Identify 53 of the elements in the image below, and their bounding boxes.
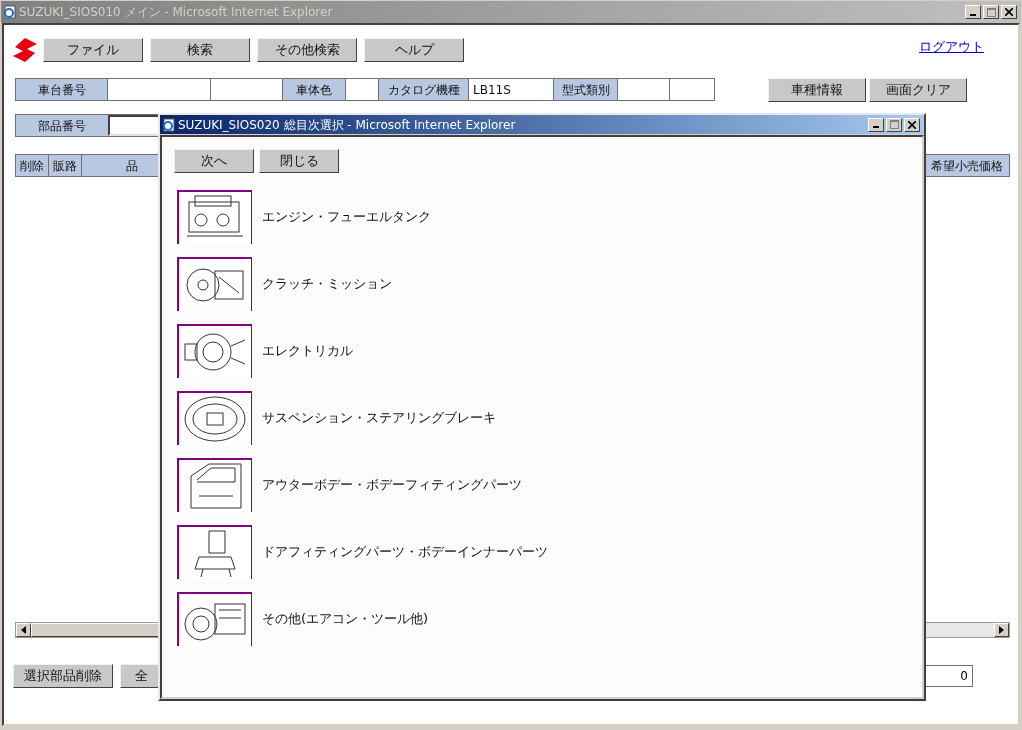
dialog-button[interactable]: 次へ	[174, 149, 254, 173]
column-header: 削除	[16, 155, 49, 176]
category-link[interactable]: エレクトリカル	[262, 341, 353, 361]
category-link[interactable]: エンジン・フューエルタンク	[262, 207, 431, 227]
scroll-right-button[interactable]	[994, 623, 1009, 637]
arrow-left-icon	[21, 626, 26, 634]
menu-button[interactable]: その他検索	[257, 38, 357, 62]
action-button[interactable]: 選択部品削除	[13, 664, 113, 688]
category-thumbnail[interactable]	[177, 525, 252, 579]
page-icon	[162, 117, 176, 132]
category-link[interactable]: ドアフィティングパーツ・ボデーインナーパーツ	[262, 542, 548, 562]
field-label: 車台番号	[16, 79, 108, 100]
category-thumbnail[interactable]	[177, 391, 252, 445]
column-header: 販路	[49, 155, 82, 176]
action-button[interactable]: 画面クリア	[869, 77, 967, 102]
category-link[interactable]: アウターボデー・ボデーフィティングパーツ	[262, 475, 522, 495]
dialog-button[interactable]: 閉じる	[259, 149, 339, 173]
maximize-icon	[889, 120, 899, 129]
arrow-right-icon	[999, 626, 1004, 634]
minimize-icon	[873, 126, 879, 128]
category-link[interactable]: クラッチ・ミッション	[262, 274, 392, 294]
category-thumbnail[interactable]	[177, 458, 252, 512]
category-thumbnail[interactable]	[177, 190, 252, 244]
category-thumbnail[interactable]	[177, 257, 252, 311]
maximize-icon	[986, 7, 996, 17]
page-icon	[3, 5, 17, 19]
action-button[interactable]: 車種情報	[768, 77, 866, 102]
minimize-button[interactable]	[965, 5, 981, 19]
menu-button[interactable]: ファイル	[43, 38, 143, 62]
minimize-button[interactable]	[868, 117, 884, 132]
scroll-left-button[interactable]	[16, 623, 31, 637]
minimize-icon	[970, 13, 976, 16]
field-label: 部品番号	[37, 117, 87, 135]
field-label: 車体色	[283, 79, 346, 100]
close-button[interactable]	[904, 117, 920, 132]
close-icon	[908, 120, 916, 129]
close-button[interactable]	[1001, 5, 1017, 19]
menu-button[interactable]: ヘルプ	[364, 38, 464, 62]
window-title: SUZUKI_SIOS010 メイン - Microsoft Internet Explorer	[19, 4, 334, 21]
field-label: カタログ機種	[379, 79, 469, 100]
total-field[interactable]: 0	[925, 665, 973, 687]
maximize-button[interactable]	[983, 5, 999, 19]
category-link[interactable]: その他(エアコン・ツール他)	[262, 609, 429, 629]
field-label: 型式類別	[554, 79, 618, 100]
close-icon	[1005, 8, 1013, 16]
category-link[interactable]: サスペンション・ステアリングブレーキ	[262, 408, 496, 428]
maximize-button[interactable]	[886, 117, 902, 132]
category-thumbnail[interactable]	[177, 592, 252, 646]
menu-button[interactable]: 検索	[150, 38, 250, 62]
logo-icon	[11, 38, 39, 62]
category-thumbnail[interactable]	[177, 324, 252, 378]
logout-link[interactable]: ログアウト	[919, 37, 984, 57]
dialog-title: SUZUKI_SIOS020 総目次選択 - Microsoft Internet Explorer	[178, 116, 517, 134]
